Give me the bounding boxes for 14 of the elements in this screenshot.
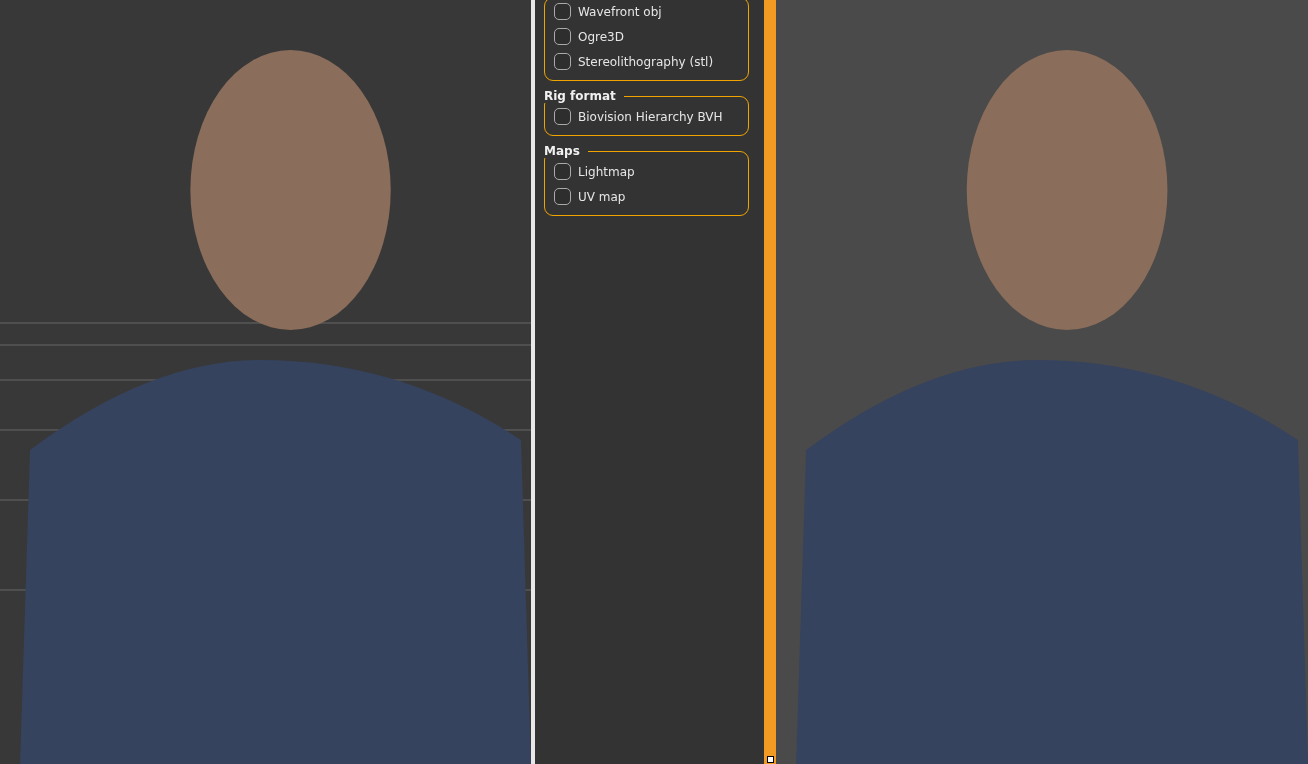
checkbox[interactable]	[554, 53, 571, 70]
checkbox[interactable]	[554, 3, 571, 20]
group-title: Maps	[544, 144, 581, 158]
checkbox-label[interactable]: Lightmap	[578, 164, 635, 179]
checkbox-label[interactable]: UV map	[578, 189, 626, 204]
checkbox-label[interactable]: Ogre3D	[578, 29, 624, 44]
checkbox[interactable]	[554, 163, 571, 180]
group-title: Rig format	[544, 89, 617, 103]
checkbox-label[interactable]: Wavefront obj	[578, 4, 662, 19]
checkbox[interactable]	[554, 188, 571, 205]
checkbox-label[interactable]: Stereolithography (stl)	[578, 54, 714, 69]
checkbox-label[interactable]: Biovision Hierarchy BVH	[578, 109, 723, 124]
checkbox[interactable]	[554, 28, 571, 45]
checkbox[interactable]	[554, 108, 571, 125]
